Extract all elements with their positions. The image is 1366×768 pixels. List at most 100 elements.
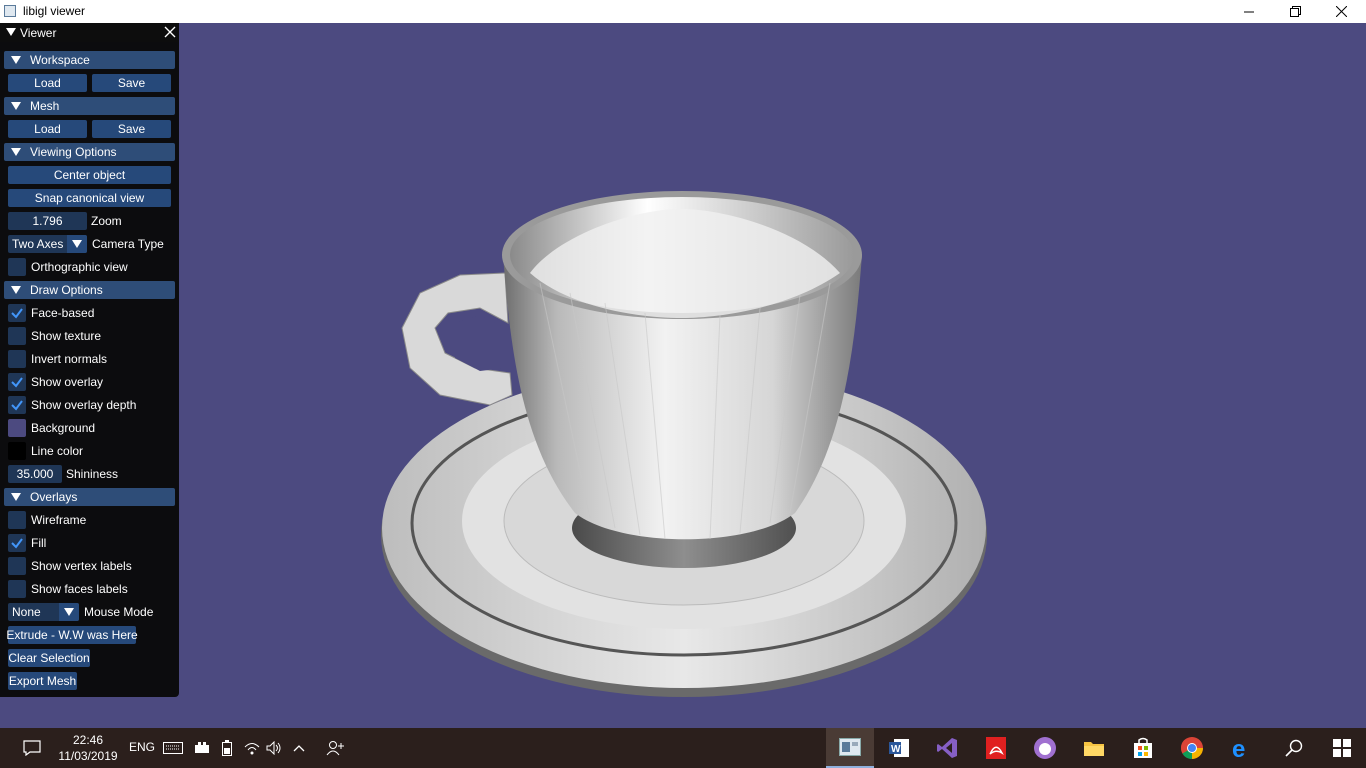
- draw-option-label: Show texture: [31, 329, 102, 343]
- camera-type-label: Camera Type: [92, 237, 164, 251]
- action-center-icon[interactable]: [9, 728, 55, 768]
- extrude-button[interactable]: Extrude - W.W was Here: [6, 626, 138, 644]
- mouse-mode-select[interactable]: None: [8, 603, 79, 621]
- battery-icon[interactable]: [216, 728, 238, 768]
- mouse-mode-label: Mouse Mode: [84, 605, 154, 619]
- overlay-option-checkbox-show-vertex-labels[interactable]: [8, 557, 26, 575]
- word-icon[interactable]: W: [875, 728, 923, 768]
- background-label: Background: [31, 421, 96, 435]
- 3d-viewport[interactable]: [0, 23, 1366, 728]
- window-title-bar: libigl viewer: [0, 0, 1366, 23]
- overlays-header-label: Overlays: [30, 490, 78, 504]
- checkmark-icon: [11, 538, 23, 549]
- store-icon[interactable]: [1119, 728, 1167, 768]
- orthographic-label: Orthographic view: [31, 260, 128, 274]
- viewing-options-header-label: Viewing Options: [30, 145, 117, 159]
- overlay-option-checkbox-wireframe[interactable]: [8, 511, 26, 529]
- overlay-option-label: Show faces labels: [31, 582, 128, 596]
- clear-selection-button[interactable]: Clear Selection: [8, 649, 90, 667]
- shininess-label: Shininess: [66, 467, 119, 481]
- overlay-option-label: Fill: [31, 536, 47, 550]
- libigl-viewer-taskbar-icon[interactable]: [826, 728, 874, 768]
- expand-arrow-icon: [11, 493, 21, 501]
- workspace-header-label: Workspace: [30, 53, 90, 67]
- clock-date: 11/03/2019: [58, 749, 118, 763]
- mesh-header-label: Mesh: [30, 99, 60, 113]
- checkmark-icon: [11, 308, 23, 319]
- svg-text:e: e: [1232, 737, 1245, 759]
- workspace-header[interactable]: Workspace: [4, 51, 175, 69]
- keyboard-icon[interactable]: [161, 728, 185, 768]
- checkmark-icon: [11, 400, 23, 411]
- zoom-label: Zoom: [91, 214, 122, 228]
- app-icon: [4, 5, 16, 17]
- power-plug-icon[interactable]: [191, 728, 213, 768]
- overlay-option-checkbox-show-faces-labels[interactable]: [8, 580, 26, 598]
- chrome-icon[interactable]: [1168, 728, 1216, 768]
- visual-studio-icon[interactable]: [923, 728, 971, 768]
- draw-option-checkbox-show-overlay-depth[interactable]: [8, 396, 26, 414]
- camera-type-select[interactable]: Two Axes: [8, 235, 87, 253]
- panel-title: Viewer: [20, 26, 57, 40]
- draw-options-header-label: Draw Options: [30, 283, 103, 297]
- minimize-button[interactable]: [1226, 0, 1272, 23]
- zoom-input[interactable]: 1.796: [8, 212, 87, 230]
- expand-arrow-icon: [11, 148, 21, 156]
- line-color-swatch[interactable]: [8, 442, 26, 460]
- window-title: libigl viewer: [23, 4, 86, 18]
- viewing-options-header[interactable]: Viewing Options: [4, 143, 175, 161]
- mesh-load-button[interactable]: Load: [8, 120, 87, 138]
- shininess-input[interactable]: 35.000: [8, 465, 62, 483]
- draw-option-label: Show overlay depth: [31, 398, 137, 412]
- camera-type-value: Two Axes: [12, 237, 64, 251]
- restore-button[interactable]: [1272, 0, 1318, 23]
- line-color-label: Line color: [31, 444, 84, 458]
- draw-option-checkbox-invert-normals[interactable]: [8, 350, 26, 368]
- expand-arrow-icon: [11, 286, 21, 294]
- people-icon[interactable]: [322, 728, 348, 768]
- clock[interactable]: 22:46 11/03/2019: [52, 732, 124, 764]
- draw-option-checkbox-face-based[interactable]: [8, 304, 26, 322]
- mesh-save-button[interactable]: Save: [92, 120, 171, 138]
- center-object-button[interactable]: Center object: [8, 166, 171, 184]
- mouse-mode-value: None: [12, 605, 41, 619]
- expand-arrow-icon: [11, 56, 21, 64]
- snap-canonical-view-button[interactable]: Snap canonical view: [8, 189, 171, 207]
- orthographic-checkbox[interactable]: [8, 258, 26, 276]
- overlay-option-checkbox-fill[interactable]: [8, 534, 26, 552]
- close-icon[interactable]: [164, 26, 176, 38]
- export-mesh-button[interactable]: Export Mesh: [8, 672, 77, 690]
- chevron-up-icon[interactable]: [288, 728, 310, 768]
- collapse-arrow-icon[interactable]: [6, 28, 16, 36]
- overlay-option-label: Show vertex labels: [31, 559, 132, 573]
- close-window-button[interactable]: [1318, 0, 1364, 23]
- workspace-save-button[interactable]: Save: [92, 74, 171, 92]
- background-color-swatch[interactable]: [8, 419, 26, 437]
- draw-options-header[interactable]: Draw Options: [4, 281, 175, 299]
- overlays-header[interactable]: Overlays: [4, 488, 175, 506]
- workspace-load-button[interactable]: Load: [8, 74, 87, 92]
- draw-option-label: Show overlay: [31, 375, 104, 389]
- viewer-panel: Viewer Workspace Load Save Mesh Load Sav…: [0, 23, 179, 697]
- acrobat-icon[interactable]: [972, 728, 1020, 768]
- draw-option-checkbox-show-overlay[interactable]: [8, 373, 26, 391]
- search-icon[interactable]: [1270, 728, 1318, 768]
- volume-icon[interactable]: [263, 728, 285, 768]
- overlay-option-label: Wireframe: [31, 513, 87, 527]
- teacup-mesh: [381, 191, 987, 697]
- draw-option-label: Invert normals: [31, 352, 108, 366]
- panel-title-bar[interactable]: Viewer: [0, 23, 179, 42]
- wifi-icon[interactable]: [241, 728, 263, 768]
- taskbar: 22:46 11/03/2019 ENG W e: [0, 728, 1366, 768]
- file-explorer-icon[interactable]: [1070, 728, 1118, 768]
- windows-start-icon[interactable]: [1318, 728, 1366, 768]
- github-desktop-icon[interactable]: [1021, 728, 1069, 768]
- clock-time: 22:46: [72, 733, 104, 747]
- chevron-down-icon[interactable]: [59, 603, 79, 621]
- mesh-header[interactable]: Mesh: [4, 97, 175, 115]
- chevron-down-icon[interactable]: [67, 235, 87, 253]
- draw-option-checkbox-show-texture[interactable]: [8, 327, 26, 345]
- language-indicator[interactable]: ENG: [129, 740, 155, 754]
- svg-text:W: W: [891, 744, 901, 755]
- edge-icon[interactable]: e: [1218, 728, 1266, 768]
